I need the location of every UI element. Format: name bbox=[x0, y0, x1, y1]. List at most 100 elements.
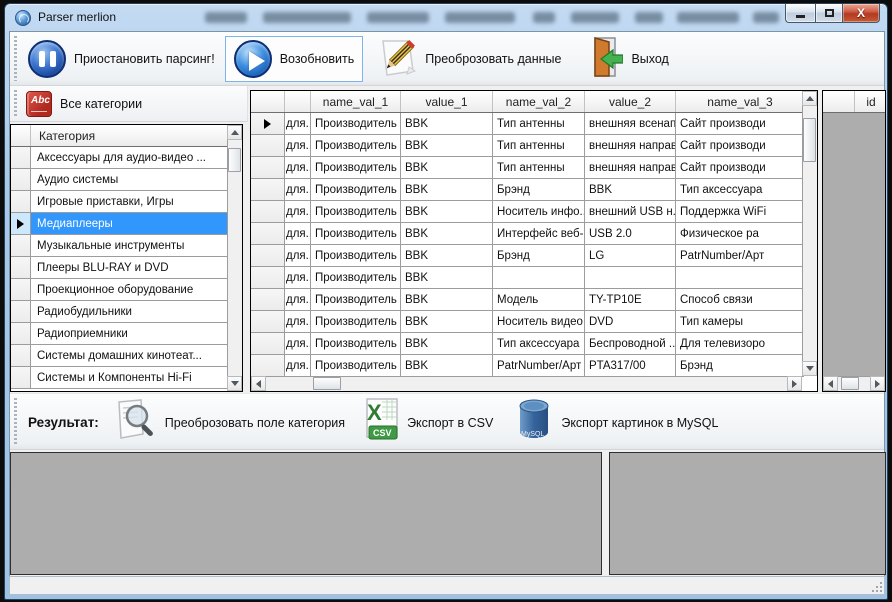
grid-cell[interactable]: для... bbox=[285, 289, 311, 311]
table-row[interactable]: для...ПроизводительBBKМодельTY-TP10EСпос… bbox=[251, 289, 804, 311]
category-row[interactable]: Медиаплееры bbox=[11, 213, 229, 235]
toolbar-grip[interactable] bbox=[14, 90, 17, 117]
grid-cell[interactable]: PTA317/00 bbox=[585, 355, 676, 377]
all-categories-button[interactable]: Abc Все категории bbox=[18, 86, 150, 122]
grid-cell[interactable]: Производитель bbox=[311, 267, 401, 289]
scroll-right-button[interactable] bbox=[787, 376, 802, 391]
row-selector-cell[interactable] bbox=[251, 135, 285, 157]
table-row[interactable]: для...ПроизводительBBKБрэндBBKТип аксесс… bbox=[251, 179, 804, 201]
grid-cell[interactable] bbox=[676, 267, 804, 289]
row-selector-cell[interactable] bbox=[11, 169, 31, 191]
category-cell[interactable]: Медиаплееры bbox=[31, 213, 229, 235]
grid-cell[interactable]: TY-TP10E bbox=[585, 289, 676, 311]
grid-cell[interactable]: PatrNumber/Арт bbox=[676, 245, 804, 267]
scroll-up-button[interactable] bbox=[802, 91, 817, 106]
row-selector-cell[interactable] bbox=[251, 113, 285, 135]
grid-cell[interactable]: Сайт производи bbox=[676, 113, 804, 135]
grid-cell[interactable]: Поддержка WiFi bbox=[676, 201, 804, 223]
grid-cell[interactable]: Производитель bbox=[311, 135, 401, 157]
grid-cell[interactable]: внешний USB н... bbox=[585, 201, 676, 223]
title-bar[interactable]: Parser merlion X bbox=[5, 4, 887, 31]
toolbar-grip[interactable] bbox=[14, 36, 17, 81]
grid-cell[interactable]: внешняя всенап... bbox=[585, 113, 676, 135]
grid-cell[interactable]: Интерфейс веб-... bbox=[493, 223, 585, 245]
scroll-up-button[interactable] bbox=[227, 125, 242, 140]
grid-vertical-scrollbar[interactable] bbox=[802, 91, 817, 376]
grid-cell[interactable]: BBK bbox=[401, 157, 493, 179]
grid-cell[interactable]: BBK bbox=[401, 223, 493, 245]
grid-column-header[interactable]: value_1 bbox=[401, 91, 493, 112]
grid-cell[interactable]: Брэнд bbox=[493, 179, 585, 201]
category-cell[interactable]: Радиобудильники bbox=[31, 301, 229, 323]
row-selector-cell[interactable] bbox=[11, 257, 31, 279]
table-row[interactable]: для...ПроизводительBBKНоситель инфо...вн… bbox=[251, 201, 804, 223]
category-row[interactable]: Системы домашних кинотеат... bbox=[11, 345, 229, 367]
scrollbar-thumb[interactable] bbox=[803, 118, 816, 162]
row-selector-cell[interactable] bbox=[251, 179, 285, 201]
table-row[interactable]: для...ПроизводительBBKТип антеннывнешняя… bbox=[251, 157, 804, 179]
resume-button[interactable]: Возобновить bbox=[225, 36, 364, 82]
row-selector-cell[interactable] bbox=[11, 367, 31, 389]
grid-cell[interactable]: для... bbox=[285, 135, 311, 157]
grid-cell[interactable]: для... bbox=[285, 311, 311, 333]
table-row[interactable]: для...ПроизводительBBKТип антеннывнешняя… bbox=[251, 135, 804, 157]
grid-cell[interactable]: Тип антенны bbox=[493, 135, 585, 157]
scroll-down-button[interactable] bbox=[227, 376, 242, 391]
row-selector-cell[interactable] bbox=[11, 147, 31, 169]
grid-cell[interactable]: Способ связи bbox=[676, 289, 804, 311]
grid-cell[interactable]: Тип аксессуара bbox=[676, 179, 804, 201]
table-row[interactable]: для...ПроизводительBBKБрэндLGPatrNumber/… bbox=[251, 245, 804, 267]
category-cell[interactable]: Проекционное оборудование bbox=[31, 279, 229, 301]
grid-cell[interactable]: Тип антенны bbox=[493, 113, 585, 135]
grid-cell[interactable]: Производитель bbox=[311, 179, 401, 201]
row-selector-cell[interactable] bbox=[251, 289, 285, 311]
grid-cell[interactable]: Производитель bbox=[311, 223, 401, 245]
grid-cell[interactable]: BBK bbox=[401, 201, 493, 223]
grid-cell[interactable]: BBK bbox=[401, 245, 493, 267]
grid-cell[interactable]: внешняя направ... bbox=[585, 157, 676, 179]
grid-cell[interactable]: BBK bbox=[401, 135, 493, 157]
row-selector-cell[interactable] bbox=[11, 279, 31, 301]
scrollbar-thumb[interactable] bbox=[313, 377, 341, 390]
category-row[interactable]: Системы и Компоненты Hi-Fi bbox=[11, 367, 229, 389]
category-selector-header[interactable] bbox=[11, 125, 31, 146]
category-row[interactable]: Проекционное оборудование bbox=[11, 279, 229, 301]
maximize-button[interactable] bbox=[815, 4, 843, 23]
grid-selector-header[interactable] bbox=[251, 91, 285, 112]
grid-cell[interactable]: Тип аксессуара bbox=[493, 333, 585, 355]
grid-cell[interactable]: для... bbox=[285, 267, 311, 289]
row-selector-cell[interactable] bbox=[11, 235, 31, 257]
table-row[interactable]: для...ПроизводительBBKИнтерфейс веб-...U… bbox=[251, 223, 804, 245]
row-selector-cell[interactable] bbox=[251, 267, 285, 289]
category-cell[interactable]: Системы и Компоненты Hi-Fi bbox=[31, 367, 229, 389]
grid-cell[interactable]: Носитель видео bbox=[493, 311, 585, 333]
grid-cell[interactable]: BBK bbox=[401, 179, 493, 201]
category-cell[interactable]: Плееры BLU-RAY и DVD bbox=[31, 257, 229, 279]
category-row[interactable]: Радиобудильники bbox=[11, 301, 229, 323]
row-selector-cell[interactable] bbox=[11, 213, 31, 235]
grid-cell[interactable]: для... bbox=[285, 223, 311, 245]
category-cell[interactable]: Аудио системы bbox=[31, 169, 229, 191]
scroll-right-button[interactable] bbox=[870, 376, 885, 391]
table-row[interactable]: для...ПроизводительBBKТип аксессуараБесп… bbox=[251, 333, 804, 355]
grid-cell[interactable]: для... bbox=[285, 157, 311, 179]
grid-cell[interactable]: Производитель bbox=[311, 113, 401, 135]
grid-column-header[interactable]: name_val_2 bbox=[493, 91, 585, 112]
row-selector-cell[interactable] bbox=[251, 245, 285, 267]
transform-category-field-button[interactable]: Преоброзовать поле категория bbox=[107, 394, 353, 451]
grid-cell[interactable] bbox=[585, 267, 676, 289]
category-row[interactable]: Музыкальные инструменты bbox=[11, 235, 229, 257]
grid-cell[interactable]: LG bbox=[585, 245, 676, 267]
grid-cell[interactable]: для... bbox=[285, 179, 311, 201]
grid-cell[interactable]: для... bbox=[285, 113, 311, 135]
transform-data-button[interactable]: Преоброзовать данные bbox=[371, 32, 569, 86]
grid-cell[interactable]: для... bbox=[285, 245, 311, 267]
grid-cell[interactable]: BBK bbox=[401, 311, 493, 333]
row-selector-cell[interactable] bbox=[251, 223, 285, 245]
grid-column-header-partial[interactable] bbox=[285, 91, 311, 112]
row-selector-cell[interactable] bbox=[251, 201, 285, 223]
grid-cell[interactable]: Производитель bbox=[311, 289, 401, 311]
scroll-down-button[interactable] bbox=[802, 361, 817, 376]
grid-column-header[interactable]: name_val_3 bbox=[676, 91, 804, 112]
row-selector-cell[interactable] bbox=[251, 333, 285, 355]
